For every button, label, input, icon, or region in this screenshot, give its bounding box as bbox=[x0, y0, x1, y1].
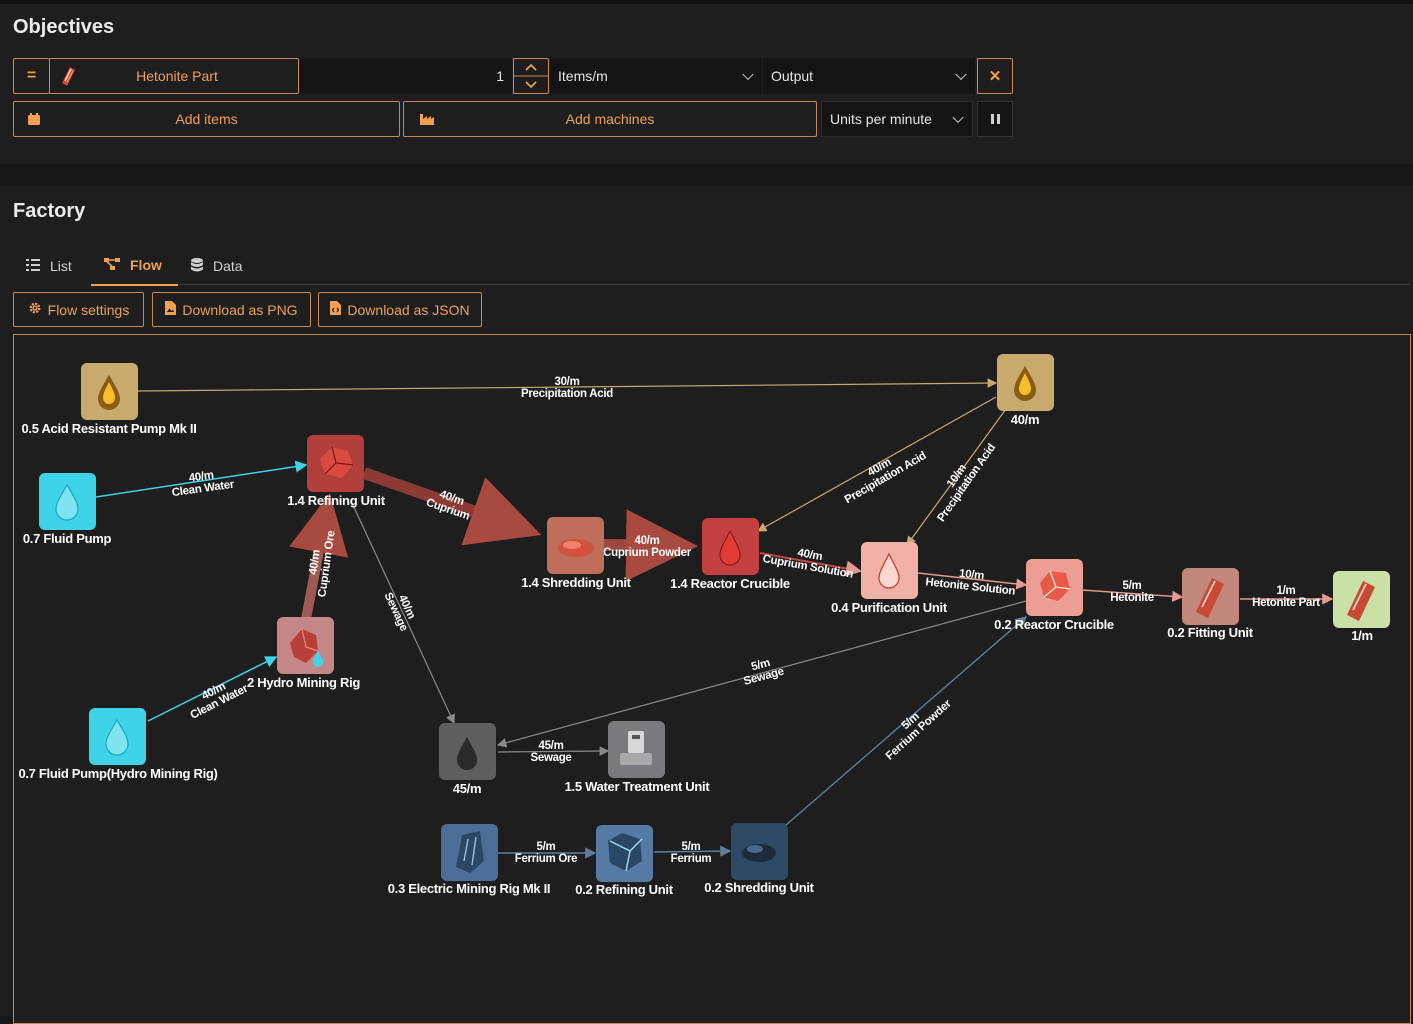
node-water-treatment[interactable]: 1.5 Water Treatment Unit bbox=[565, 721, 711, 794]
remove-objective-button[interactable]: ✕ bbox=[977, 58, 1013, 94]
tab-flow-label: Flow bbox=[130, 257, 162, 273]
chevron-down-icon bbox=[742, 68, 754, 81]
quantity-value: 1 bbox=[496, 68, 504, 84]
rate-unit-value: Items/m bbox=[558, 68, 608, 84]
edge-label-rate: 5/m bbox=[682, 841, 701, 853]
database-icon bbox=[191, 257, 203, 275]
node-refining-unit-2[interactable]: 0.2 Refining Unit bbox=[575, 825, 674, 897]
node-label: 1.5 Water Treatment Unit bbox=[565, 779, 711, 794]
edge-label-item: Sewage bbox=[530, 752, 571, 764]
tab-data[interactable]: Data bbox=[178, 246, 263, 286]
node-label: 0.2 Fitting Unit bbox=[1167, 625, 1253, 640]
node-label: 0.7 Fluid Pump bbox=[23, 531, 112, 546]
flow-settings-button[interactable]: Flow settings bbox=[13, 292, 144, 327]
objective-item-button[interactable]: Hetonite Part bbox=[49, 58, 299, 94]
node-acid-pump[interactable]: 0.5 Acid Resistant Pump Mk II bbox=[21, 363, 197, 436]
node-label: 0.3 Electric Mining Rig Mk II bbox=[388, 881, 551, 896]
pause-icon bbox=[990, 114, 1000, 124]
edge-label-item: Ferrium Powder bbox=[884, 697, 955, 762]
node-label: 1.4 Reactor Crucible bbox=[670, 576, 790, 591]
edge-label-rate: 45/m bbox=[538, 740, 563, 752]
edge-label-rate: 30/m bbox=[554, 376, 579, 388]
rate-unit-select[interactable]: Items/m bbox=[550, 58, 762, 94]
add-items-button[interactable]: Add items bbox=[13, 101, 400, 137]
equals-icon: = bbox=[26, 67, 37, 84]
objective-item-label: Hetonite Part bbox=[136, 68, 218, 84]
flow-nodes: 0.5 Acid Resistant Pump Mk II 40/m 0.7 F… bbox=[18, 354, 1390, 897]
node-label: 2 Hydro Mining Rig bbox=[247, 675, 360, 690]
flow-icon bbox=[104, 257, 120, 273]
chevron-down-icon bbox=[952, 111, 964, 124]
drag-handle-button[interactable]: = bbox=[13, 58, 50, 94]
hetonite-part-icon bbox=[50, 58, 86, 94]
download-json-button[interactable]: Download as JSON bbox=[318, 292, 482, 327]
node-label: 0.7 Fluid Pump(Hydro Mining Rig) bbox=[18, 766, 217, 781]
download-png-label: Download as PNG bbox=[182, 301, 298, 318]
edge-label-item: Hetonite Part bbox=[1252, 597, 1320, 609]
edge-label-item: Precipitation Acid bbox=[521, 388, 613, 400]
node-label: 0.2 Reactor Crucible bbox=[994, 617, 1114, 632]
edge-label-rate: 40/m bbox=[634, 535, 659, 547]
objectives-panel: Objectives = Hetonite Part 1 Items/m Out… bbox=[0, 4, 1413, 164]
cuprium-powder-icon bbox=[558, 539, 594, 557]
objectives-title: Objectives bbox=[13, 16, 115, 38]
node-label: 40/m bbox=[1011, 412, 1039, 427]
display-rate-select[interactable]: Units per minute bbox=[821, 101, 973, 137]
factory-panel: Factory List Flow Data Flow settings Dow… bbox=[0, 186, 1413, 1024]
node-sewage[interactable]: 45/m bbox=[439, 723, 496, 796]
add-items-label: Add items bbox=[175, 111, 238, 127]
edge-label-item: Cuprium Powder bbox=[603, 547, 692, 559]
tab-list-label: List bbox=[50, 258, 72, 274]
file-image-icon bbox=[165, 301, 177, 318]
add-machines-label: Add machines bbox=[565, 111, 655, 127]
node-shredding-unit-2[interactable]: 0.2 Shredding Unit bbox=[704, 823, 815, 895]
edge-label-item: Ferrium Ore bbox=[515, 853, 578, 865]
gear-icon bbox=[28, 301, 42, 318]
file-code-icon bbox=[330, 301, 342, 318]
quantity-input[interactable]: 1 bbox=[300, 58, 512, 94]
node-fluid-pump[interactable]: 0.7 Fluid Pump bbox=[23, 473, 112, 546]
edge-label-rate: 5/m bbox=[537, 841, 556, 853]
tab-list[interactable]: List bbox=[13, 246, 90, 286]
factory-title: Factory bbox=[13, 200, 86, 222]
chevron-down-icon bbox=[955, 68, 967, 81]
tabs-divider bbox=[178, 284, 1411, 285]
pause-button[interactable] bbox=[977, 101, 1013, 137]
edge-label-item: Hetonite bbox=[1110, 592, 1154, 604]
node-fluid-pump-hydro[interactable]: 0.7 Fluid Pump(Hydro Mining Rig) bbox=[18, 708, 218, 781]
node-label: 0.2 Shredding Unit bbox=[704, 880, 814, 895]
edge-label-item: Ferrium bbox=[671, 853, 712, 865]
factory-icon bbox=[404, 112, 450, 126]
node-label: 1.4 Shredding Unit bbox=[521, 575, 631, 590]
node-output[interactable]: 1/m bbox=[1333, 571, 1390, 643]
flow-settings-label: Flow settings bbox=[47, 301, 130, 318]
ferrium-powder-icon bbox=[742, 844, 776, 862]
node-label: 0.2 Refining Unit bbox=[575, 882, 673, 897]
node-label: 1/m bbox=[1351, 628, 1373, 643]
node-label: 45/m bbox=[453, 781, 481, 796]
close-icon: ✕ bbox=[988, 68, 1002, 85]
display-rate-value: Units per minute bbox=[830, 111, 932, 127]
objective-type-value: Output bbox=[771, 68, 814, 84]
download-json-label: Download as JSON bbox=[347, 301, 470, 318]
list-icon bbox=[26, 258, 40, 274]
node-acid-output[interactable]: 40/m bbox=[997, 354, 1054, 427]
tab-data-label: Data bbox=[213, 258, 243, 274]
step-down-icon[interactable] bbox=[525, 81, 537, 89]
step-up-icon[interactable] bbox=[525, 63, 537, 71]
objective-type-select[interactable]: Output bbox=[763, 58, 975, 94]
calendar-icon bbox=[14, 112, 54, 126]
flow-canvas[interactable]: 30/m Precipitation Acid 40/m Clean Water… bbox=[13, 334, 1411, 1024]
quantity-stepper[interactable] bbox=[513, 58, 549, 94]
node-label: 0.4 Purification Unit bbox=[831, 600, 948, 615]
download-png-button[interactable]: Download as PNG bbox=[152, 292, 311, 327]
edge-label-rate: 1/m bbox=[1277, 585, 1296, 597]
node-hydro-mining-rig[interactable]: 2 Hydro Mining Rig bbox=[247, 617, 361, 690]
node-label: 1.4 Refining Unit bbox=[287, 493, 385, 508]
edge-label-rate: 5/m bbox=[1123, 580, 1142, 592]
add-machines-button[interactable]: Add machines bbox=[403, 101, 817, 137]
node-label: 0.5 Acid Resistant Pump Mk II bbox=[21, 421, 196, 436]
node-fitting-unit[interactable]: 0.2 Fitting Unit bbox=[1167, 568, 1254, 640]
tab-flow[interactable]: Flow bbox=[91, 246, 178, 286]
